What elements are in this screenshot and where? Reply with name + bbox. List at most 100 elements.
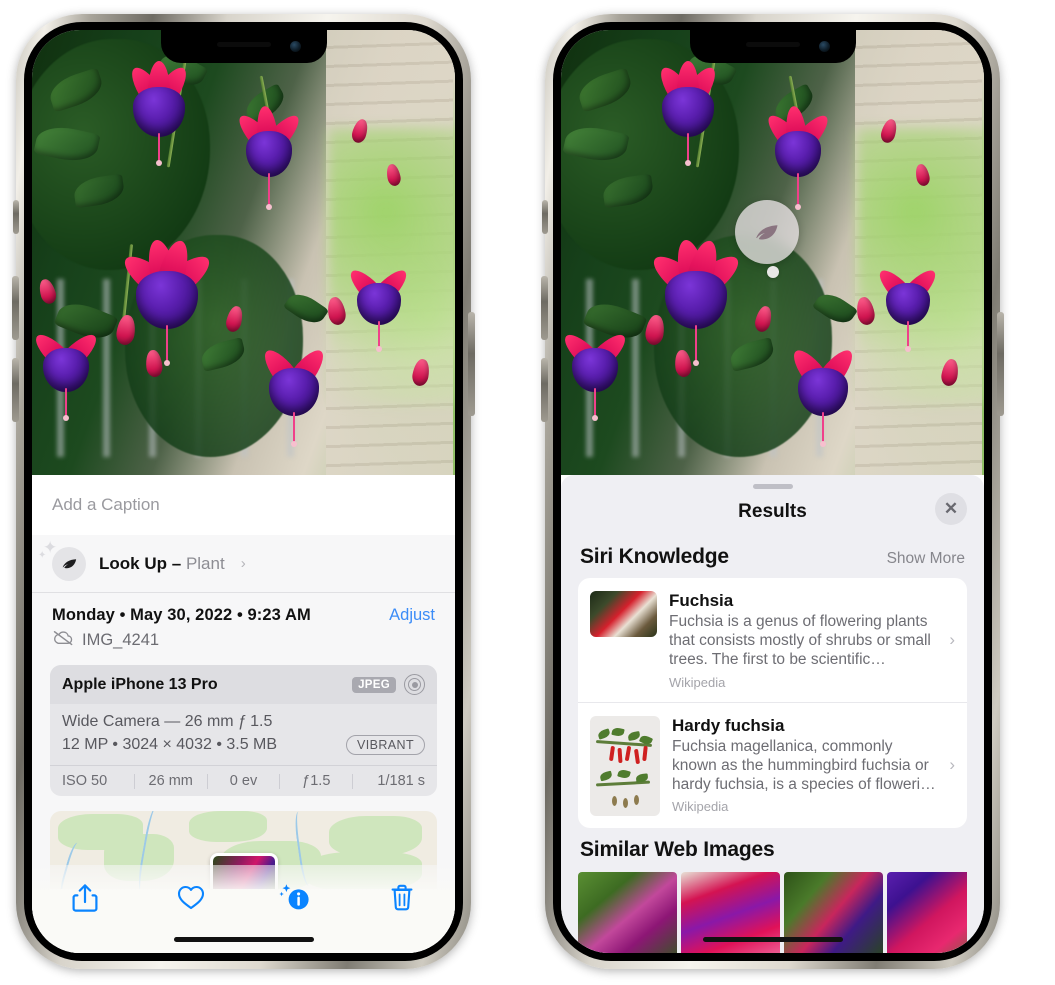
stamen <box>375 321 382 353</box>
share-icon <box>72 884 98 912</box>
photo-viewer[interactable] <box>32 30 455 475</box>
sparkle-icon: ✦ <box>38 549 47 561</box>
close-button[interactable]: ✕ <box>935 493 967 525</box>
stamen <box>794 172 801 210</box>
photo-viewer[interactable] <box>561 30 984 475</box>
exif-ev: 0 ev <box>229 773 258 789</box>
flower-bud <box>37 277 59 306</box>
corolla <box>774 130 821 177</box>
volume-down-button[interactable] <box>541 358 548 422</box>
metadata-body: Wide Camera — 26 mm ƒ 1.5 12 MP • 3024 ×… <box>50 704 437 765</box>
metadata-card[interactable]: Apple iPhone 13 Pro JPEG Wide Camera — 2… <box>50 665 437 796</box>
list-item[interactable]: Hardy fuchsia Fuchsia magellanica, commo… <box>578 701 967 828</box>
exif-shutter: 1/181 s <box>377 773 425 789</box>
stamen <box>155 133 162 167</box>
show-more-button[interactable]: Show More <box>887 550 965 568</box>
results-sheet: Results ✕ Siri Knowledge Show More Fuchs… <box>561 475 984 953</box>
exif-focal: 26 mm <box>148 773 193 789</box>
size-row: 12 MP • 3024 × 4032 • 3.5 MB VIBRANT <box>62 735 425 755</box>
home-indicator[interactable] <box>702 937 843 942</box>
list-item[interactable]: Fuchsia Fuchsia is a genus of flowering … <box>578 578 967 702</box>
specimen-flower <box>608 745 616 761</box>
volume-up-button[interactable] <box>541 276 548 340</box>
specimen-flower <box>624 745 632 761</box>
stamen <box>591 387 598 421</box>
corolla <box>245 130 292 177</box>
result-source: Wikipedia <box>672 799 729 815</box>
phone-screen-right: Results ✕ Siri Knowledge Show More Fuchs… <box>561 30 984 953</box>
favorite-button[interactable] <box>138 883 244 911</box>
result-text: Fuchsia Fuchsia is a genus of flowering … <box>669 591 955 690</box>
aperture-icon <box>404 674 425 695</box>
heart-icon <box>177 885 204 910</box>
caption-field[interactable]: Add a Caption <box>32 475 455 535</box>
adjust-button[interactable]: Adjust <box>389 606 435 625</box>
result-source: Wikipedia <box>669 674 726 690</box>
exif-iso: ISO 50 <box>62 773 108 789</box>
trash-icon <box>391 884 413 911</box>
look-up-text: Look Up <box>99 553 167 573</box>
stamen <box>62 387 69 421</box>
chevron-right-icon: › <box>949 629 955 649</box>
phone-left: Add a Caption ✦ ✦ Look Up – Plant › Mond… <box>12 14 475 969</box>
stamen <box>684 133 691 167</box>
specimen-seed <box>623 797 628 808</box>
web-image-thumbnail[interactable] <box>887 871 967 953</box>
specimen-flower <box>633 748 641 764</box>
home-indicator[interactable] <box>173 937 314 942</box>
similar-web-images-header: Similar Web Images <box>561 828 984 864</box>
front-camera <box>289 41 301 52</box>
leaf-icon: ✦ ✦ <box>38 539 86 581</box>
exif-row: ISO 50 26 mm 0 ev ƒ1.5 1/181 s <box>50 765 437 796</box>
earpiece-speaker <box>745 42 800 47</box>
info-button[interactable] <box>244 883 350 913</box>
specimen-seed <box>612 795 617 806</box>
corolla <box>798 367 849 416</box>
chevron-right-icon: › <box>240 555 246 572</box>
front-camera <box>818 41 830 52</box>
volume-up-button[interactable] <box>12 276 19 340</box>
power-button[interactable] <box>997 312 1004 416</box>
stamen <box>820 411 827 447</box>
specimen-leaf <box>599 770 613 781</box>
specimen-leaf <box>611 726 625 737</box>
visual-look-up-badge[interactable] <box>734 200 799 264</box>
web-image-thumbnail[interactable] <box>578 871 677 953</box>
screenshot-root: Add a Caption ✦ ✦ Look Up – Plant › Mond… <box>0 0 1055 985</box>
specimen-leaf <box>597 727 611 740</box>
phone-right: Results ✕ Siri Knowledge Show More Fuchs… <box>541 14 1004 969</box>
similar-web-images-heading: Similar Web Images <box>580 837 775 861</box>
result-title: Hardy fuchsia <box>672 715 785 735</box>
look-up-row[interactable]: ✦ ✦ Look Up – Plant › <box>32 535 455 593</box>
result-thumbnail <box>590 591 657 637</box>
result-thumbnail <box>590 715 660 816</box>
map-green-area <box>328 815 422 857</box>
look-up-subject: Plant <box>185 553 225 573</box>
volume-down-button[interactable] <box>12 358 19 422</box>
mute-switch[interactable] <box>542 200 548 234</box>
map-green-area <box>189 811 267 843</box>
look-up-dash: – <box>171 553 182 573</box>
chevron-right-icon: › <box>949 755 955 775</box>
notch <box>689 30 856 63</box>
result-description: Fuchsia is a genus of flowering plants t… <box>669 613 931 669</box>
metadata-badges: JPEG <box>352 674 425 695</box>
file-name: IMG_4241 <box>82 631 160 649</box>
mute-switch[interactable] <box>13 200 19 234</box>
siri-knowledge-heading: Siri Knowledge <box>580 545 729 568</box>
caption-placeholder: Add a Caption <box>52 495 160 514</box>
date-text: Monday • May 30, 2022 • 9:23 AM <box>52 606 311 624</box>
exif-aperture: ƒ1.5 <box>302 773 331 789</box>
power-button[interactable] <box>468 312 475 416</box>
corolla <box>269 367 320 416</box>
date-row: Monday • May 30, 2022 • 9:23 AM Adjust <box>32 593 455 625</box>
metadata-header: Apple iPhone 13 Pro JPEG <box>50 665 437 704</box>
specimen-flower <box>617 747 623 763</box>
stamen <box>291 411 298 447</box>
delete-button[interactable] <box>349 883 455 913</box>
format-badge: JPEG <box>352 676 396 693</box>
lens-line: Wide Camera — 26 mm ƒ 1.5 <box>62 713 273 730</box>
info-sparkle-icon <box>279 884 309 910</box>
share-button[interactable] <box>32 883 138 913</box>
results-header: Results ✕ <box>561 489 984 535</box>
